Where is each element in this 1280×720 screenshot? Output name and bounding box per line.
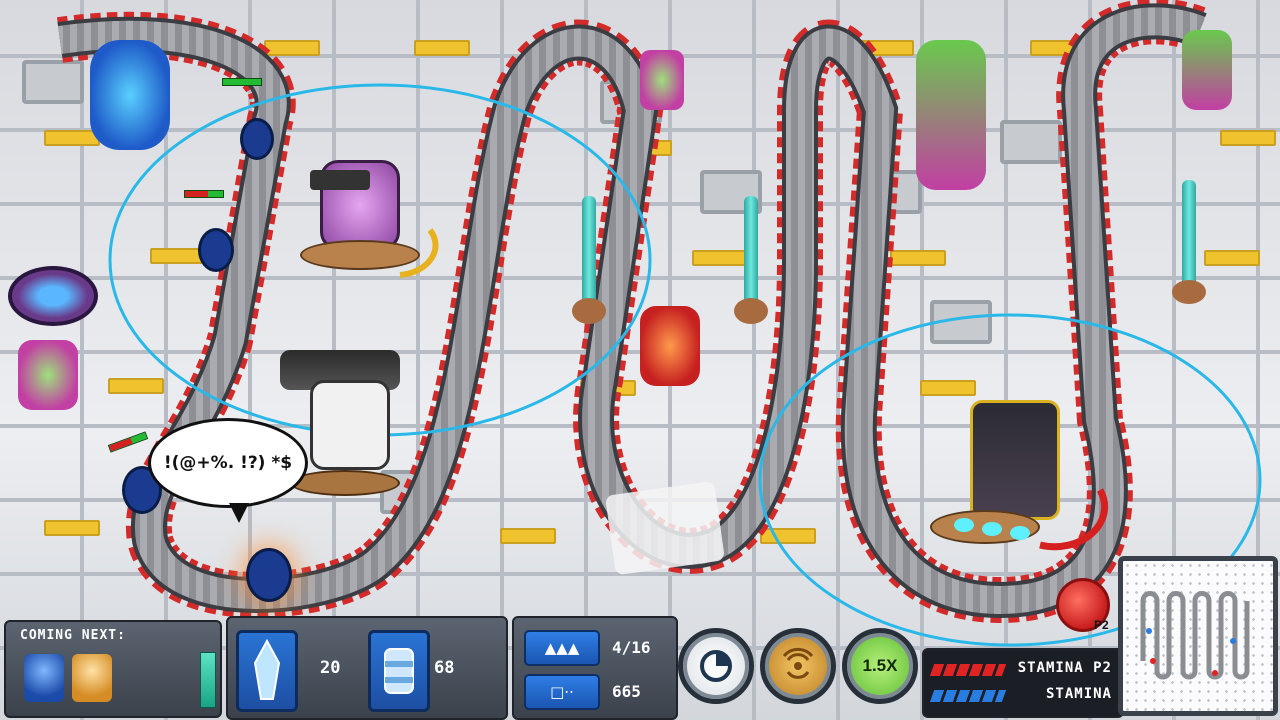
crystal-card[interactable] (236, 630, 298, 712)
score-counter: 665 (612, 682, 641, 701)
stamina-panel: STAMINA P2 STAMINA (922, 648, 1124, 718)
enemy-unit[interactable] (240, 118, 274, 160)
signal-button[interactable] (760, 628, 836, 704)
stamina-p2-label: STAMINA P2 (1017, 660, 1112, 676)
alien-creature[interactable] (90, 40, 170, 150)
stamina-p1-label: STAMINA (1045, 686, 1112, 702)
hud: COMING NEXT: 20 68 ▲▲▲ 4/16 □⋅⋅ 665 1.5X… (0, 612, 1280, 720)
crystal-icon (253, 638, 281, 700)
pylon-tower[interactable] (572, 196, 606, 326)
wave-timer-bar (200, 652, 216, 708)
canister-icon (384, 648, 414, 694)
alien-plant (18, 340, 78, 410)
blue-armored-warrior-icon (24, 654, 64, 702)
card-icon: □⋅⋅ (524, 674, 600, 710)
resources-panel: 20 68 (226, 616, 508, 720)
coming-next-label: COMING NEXT: (20, 628, 126, 643)
wave-counter: 4/16 (612, 638, 651, 657)
alien-plant (916, 40, 986, 190)
counters-panel: ▲▲▲ 4/16 □⋅⋅ 665 (512, 616, 678, 720)
clock-icon (700, 650, 732, 682)
enemy-health-bar (184, 190, 224, 198)
minimap-track (1140, 591, 1250, 680)
gatling-tower[interactable] (300, 140, 430, 280)
timer-button[interactable] (678, 628, 754, 704)
enemy-group-icon: ▲▲▲ (524, 630, 600, 666)
speed-button[interactable]: 1.5X (842, 628, 918, 704)
stamina-p1-bar (929, 690, 1007, 702)
signal-icon (782, 647, 814, 679)
alien-spawner (8, 266, 98, 326)
speed-button-label: 1.5X (862, 656, 898, 675)
canister-card[interactable] (368, 630, 430, 712)
canister-count: 68 (434, 658, 455, 678)
minimap[interactable] (1118, 556, 1278, 716)
pylon-tower[interactable] (734, 196, 768, 326)
paper-debris (604, 480, 726, 576)
enemy-unit[interactable] (198, 228, 234, 272)
speech-bubble: !(@+%. !?) *$ (148, 418, 308, 523)
alien-creature[interactable] (640, 306, 700, 386)
enemy-unit[interactable] (246, 548, 292, 602)
gatling-tower-p2[interactable] (930, 380, 1080, 550)
stamina-p2-bar (929, 664, 1007, 676)
coming-next-panel: COMING NEXT: (4, 620, 222, 718)
enemy-health-bar (222, 78, 262, 86)
speech-bubble-text: !(@+%. !?) *$ (163, 453, 293, 473)
pylon-tower[interactable] (1170, 180, 1210, 306)
alien-plant (1182, 30, 1232, 110)
crystal-count: 20 (320, 658, 341, 678)
fox-creature-icon (72, 654, 112, 702)
alien-plant (640, 50, 684, 110)
